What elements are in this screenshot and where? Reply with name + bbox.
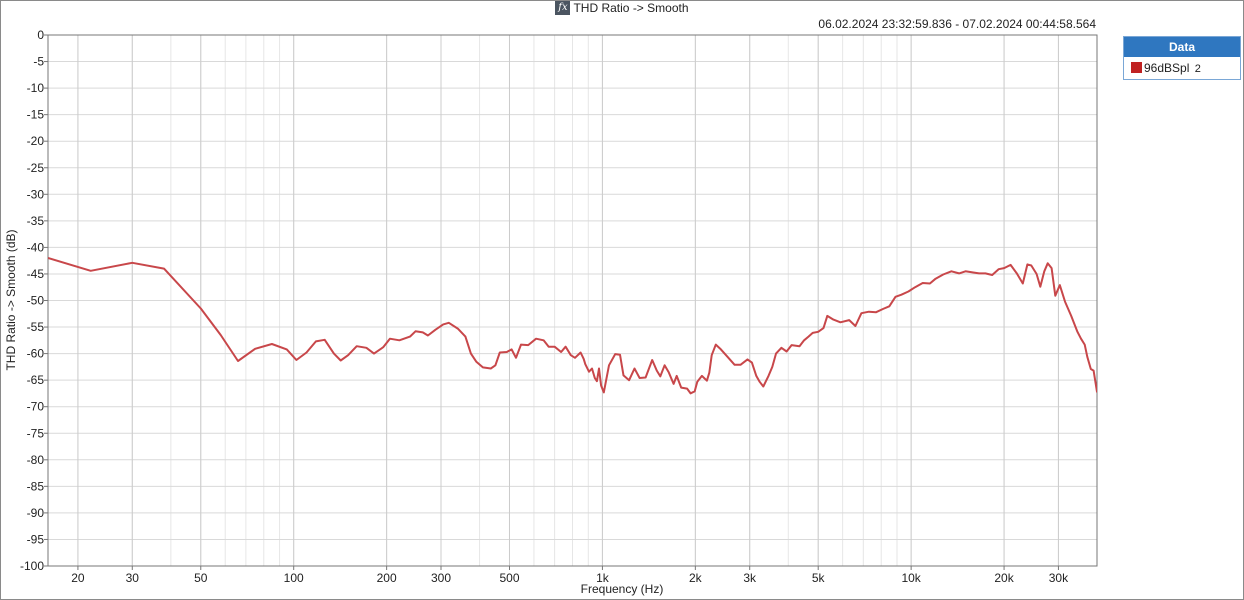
y-tick-label: -100 (20, 559, 44, 573)
y-tick-label: -60 (27, 347, 45, 361)
x-tick-label: 10k (901, 571, 921, 585)
y-tick-label: -50 (27, 294, 45, 308)
x-tick-label: 20 (71, 571, 85, 585)
y-tick-label: -85 (27, 479, 45, 493)
y-tick-label: -70 (27, 400, 45, 414)
x-tick-label: 50 (194, 571, 208, 585)
y-tick-label: -25 (27, 161, 45, 175)
x-tick-label: 30 (126, 571, 140, 585)
y-tick-label: -10 (27, 81, 45, 95)
x-tick-label: 3k (743, 571, 757, 585)
y-tick-label: -35 (27, 214, 45, 228)
x-tick-label: 30k (1049, 571, 1069, 585)
y-tick-label: -5 (33, 55, 44, 69)
x-tick-label: 500 (499, 571, 519, 585)
x-tick-label: 200 (377, 571, 397, 585)
x-tick-label: 1k (596, 571, 610, 585)
x-tick-label: 2k (689, 571, 703, 585)
y-tick-label: -75 (27, 426, 45, 440)
y-tick-label: -45 (27, 267, 45, 281)
y-tick-label: -90 (27, 506, 45, 520)
y-tick-label: -40 (27, 240, 45, 254)
y-tick-label: -30 (27, 187, 45, 201)
y-tick-label: -65 (27, 373, 45, 387)
y-tick-label: -80 (27, 453, 45, 467)
x-tick-label: 300 (431, 571, 451, 585)
y-tick-label: -15 (27, 108, 45, 122)
y-tick-label: -20 (27, 134, 45, 148)
x-tick-label: 100 (284, 571, 304, 585)
plot-area[interactable]: 0 -5 -10 -15 -20 -25 -30 -35 -40 -45 -50 -55 -60 -65 -… (0, 0, 1244, 600)
x-tick-label: 20k (994, 571, 1014, 585)
y-tick-label: -55 (27, 320, 45, 334)
y-tick-label: -95 (27, 532, 45, 546)
y-tick-label: 0 (37, 28, 44, 42)
x-tick-label: 5k (812, 571, 826, 585)
